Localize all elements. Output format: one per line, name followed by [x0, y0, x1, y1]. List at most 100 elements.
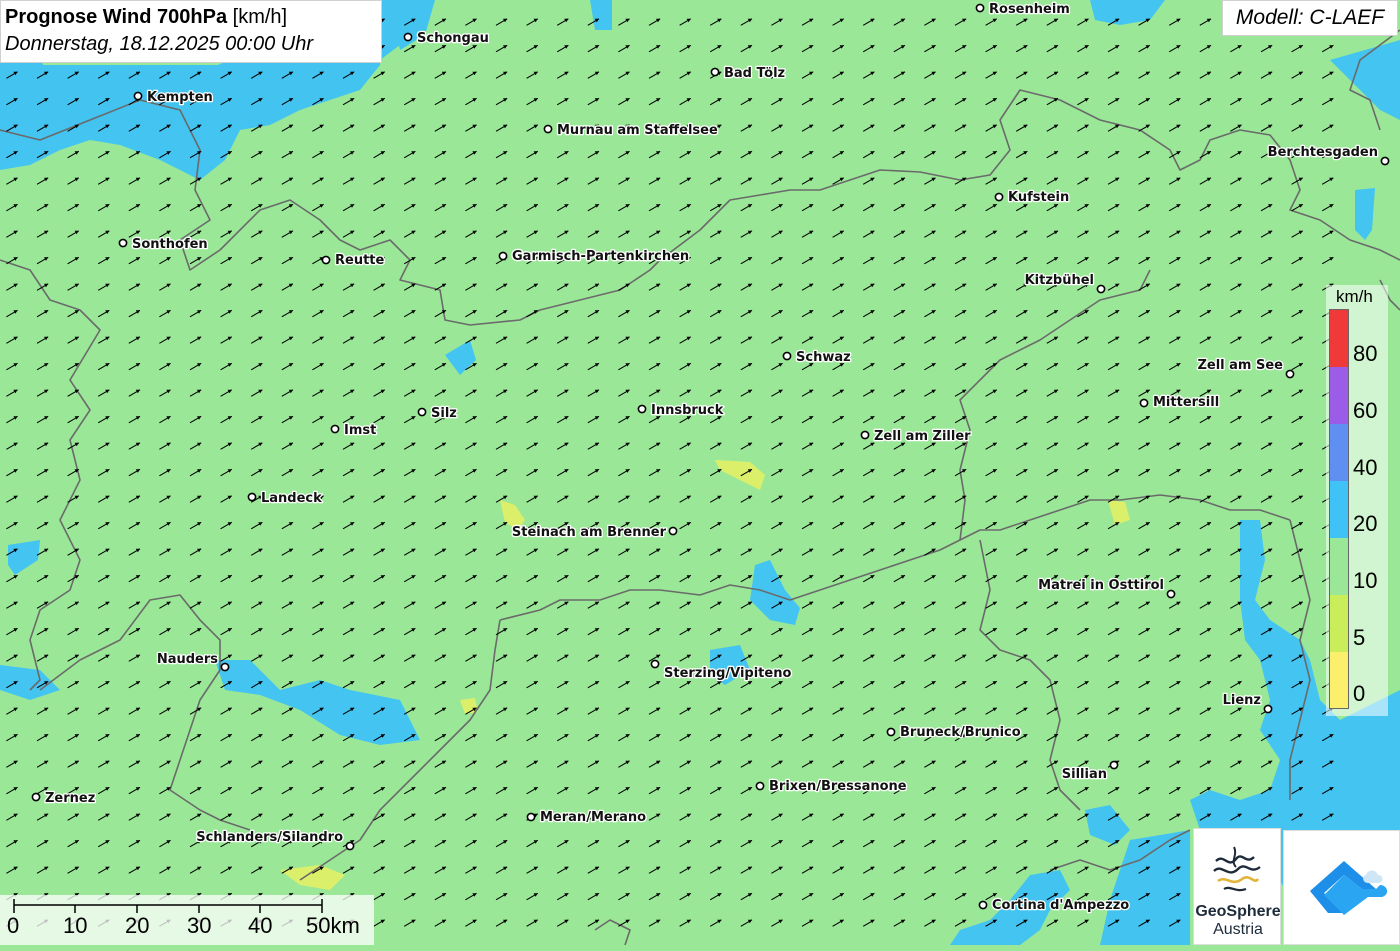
city-dot: [403, 32, 413, 42]
legend-label-20: 20: [1353, 511, 1378, 536]
scale-bar: 0 10 20 30 40 50km: [0, 895, 374, 945]
city-dot: [321, 255, 331, 265]
city-label: Sterzing/Vipiteno: [664, 666, 791, 681]
city-dot: [247, 492, 257, 502]
city-dot: [994, 192, 1004, 202]
scale-label-0: 0: [7, 913, 20, 938]
city-dot: [543, 124, 553, 134]
city-label: Kitzbühel: [1025, 273, 1094, 288]
city-dot: [668, 526, 678, 536]
legend-color-bar: [1329, 309, 1349, 709]
geosphere-emblem-icon: [1210, 843, 1266, 899]
city-dot: [886, 727, 896, 737]
forecast-date: Donnerstag, 18.12.2025 00:00 Uhr: [5, 33, 313, 55]
legend-swatch-0: [1330, 652, 1348, 708]
city-label: Meran/Merano: [540, 810, 646, 825]
city-label: Silz: [431, 406, 457, 421]
city-label: Matrei in Osttirol: [1038, 578, 1164, 593]
city-dot: [345, 841, 355, 851]
map-title-main: Prognose Wind 700hPa: [5, 6, 228, 28]
city-label: Zernez: [45, 791, 95, 806]
city-label: Bruneck/Brunico: [900, 725, 1021, 740]
city-label: Innsbruck: [651, 403, 724, 418]
scale-label-50km: 50km: [306, 913, 360, 938]
legend-swatch-40: [1330, 424, 1348, 481]
city-dot: [1096, 284, 1106, 294]
city-label: Bad Tölz: [724, 66, 785, 81]
legend-label-10: 10: [1353, 568, 1378, 593]
city-label: Reutte: [335, 253, 385, 268]
scale-label-30: 30: [187, 913, 212, 938]
city-dot: [978, 900, 988, 910]
city-label: Kufstein: [1008, 190, 1069, 205]
legend-label-5: 5: [1353, 625, 1366, 650]
city-dot: [1166, 589, 1176, 599]
city-dot: [526, 812, 536, 822]
map-title-unit: [km/h]: [227, 6, 288, 28]
legend-label-40: 40: [1353, 455, 1378, 480]
city-label: Lienz: [1223, 693, 1261, 708]
city-dot: [637, 404, 647, 414]
city-label: Cortina d'Ampezzo: [992, 898, 1129, 913]
city-dot: [710, 67, 720, 77]
city-label: Mittersill: [1153, 395, 1219, 410]
city-dot: [650, 659, 660, 669]
city-label: Sillian: [1062, 767, 1107, 782]
city-label: Garmisch-Partenkirchen: [512, 249, 689, 264]
city-dot: [1285, 369, 1295, 379]
cloud-arrow-icon: [1310, 861, 1388, 915]
city-label: Zell am Ziller: [874, 429, 971, 444]
city-label: Nauders: [157, 652, 218, 667]
logo-text-line2: Austria: [1213, 921, 1263, 938]
legend-swatch-20: [1330, 481, 1348, 538]
city-label: Schlanders/Silandro: [196, 830, 343, 845]
logo-text-line1: GeoSphere: [1195, 903, 1281, 920]
city-dot: [1109, 760, 1119, 770]
legend-label-60: 60: [1353, 398, 1378, 423]
title-box: Prognose Wind 700hPa [km/h] Donnerstag, …: [0, 0, 382, 63]
city-dot: [118, 238, 128, 248]
city-label: Schwaz: [796, 350, 851, 365]
city-label: Murnau am Staffelsee: [557, 123, 718, 138]
city-dot: [860, 430, 870, 440]
city-dot: [220, 662, 230, 672]
scale-label-40: 40: [248, 913, 273, 938]
city-label: Berchtesgaden: [1268, 145, 1378, 160]
city-dot: [498, 251, 508, 261]
city-label: Landeck: [261, 491, 322, 506]
legend-swatch-80: [1330, 310, 1348, 367]
city-dot: [1263, 704, 1273, 714]
city-dot: [31, 792, 41, 802]
city-dot: [975, 3, 985, 13]
wind-map[interactable]: Rosenheim Schongau Bad Tölz Kempten Murnau a…: [0, 0, 1400, 945]
scale-label-20: 20: [125, 913, 150, 938]
city-dot: [417, 407, 427, 417]
legend-swatch-5: [1330, 595, 1348, 652]
city-label: Schongau: [417, 31, 489, 46]
city-dot: [782, 351, 792, 361]
city-dot: [755, 781, 765, 791]
geosphere-logo[interactable]: GeoSphere Austria: [1193, 828, 1281, 945]
city-label: Rosenheim: [989, 2, 1070, 17]
city-label: Zell am See: [1197, 358, 1283, 373]
map-title: Prognose Wind 700hPa [km/h]: [5, 4, 381, 30]
city-dot: [1380, 156, 1390, 166]
city-label: Sonthofen: [132, 237, 208, 252]
city-label: Brixen/Bressanone: [769, 779, 907, 794]
city-label: Steinach am Brenner: [512, 525, 667, 540]
legend: km/h 80 60 40 20 10 5 0: [1326, 285, 1388, 716]
legend-swatch-10: [1330, 538, 1348, 595]
city-dot: [133, 91, 143, 101]
legend-swatch-60: [1330, 367, 1348, 424]
scale-ruler: [13, 899, 323, 913]
city-label: Kempten: [147, 90, 213, 105]
city-dot: [1139, 398, 1149, 408]
legend-unit: km/h: [1336, 287, 1373, 306]
model-label: Modell: C-LAEF: [1222, 0, 1398, 36]
weather-app-logo[interactable]: [1283, 830, 1400, 945]
legend-label-80: 80: [1353, 341, 1378, 366]
city-label: Imst: [344, 423, 376, 438]
scale-label-10: 10: [63, 913, 88, 938]
legend-label-0: 0: [1353, 681, 1366, 706]
city-dot: [330, 424, 340, 434]
